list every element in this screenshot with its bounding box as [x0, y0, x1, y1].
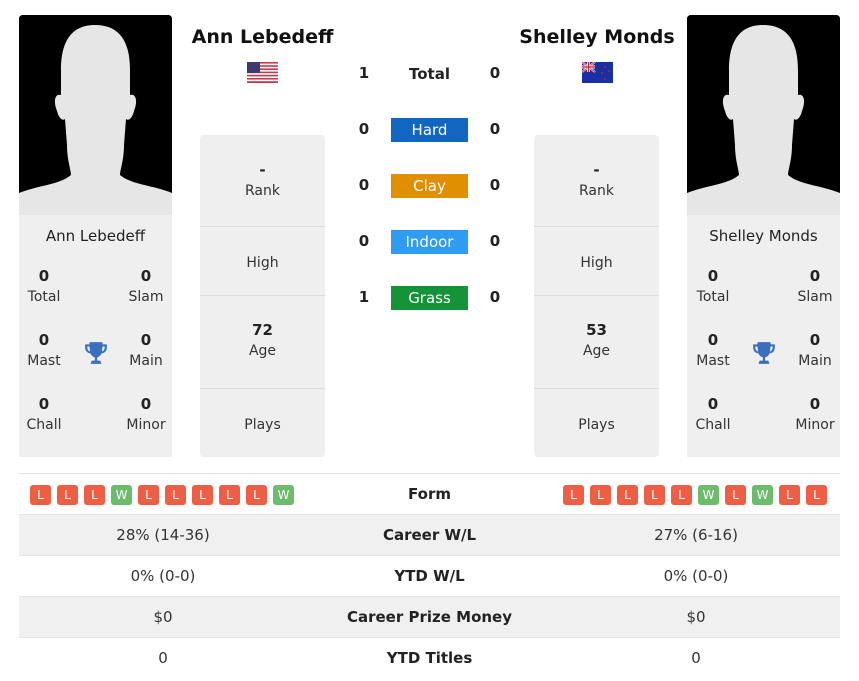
- form-loss-badge[interactable]: L: [165, 485, 186, 505]
- form-loss-badge[interactable]: L: [563, 485, 584, 505]
- ytd-wl-label: YTD W/L: [394, 567, 465, 585]
- player1-card-name: Ann Lebedeff: [45, 227, 146, 245]
- player2-ytd-titles: 0: [691, 649, 701, 667]
- player2-minor-titles: 0 Minor: [795, 395, 835, 433]
- trophy-icon: [753, 342, 775, 364]
- surface-hard-badge[interactable]: Hard: [391, 118, 468, 142]
- form-loss-badge[interactable]: L: [57, 485, 78, 505]
- player2-high: High: [534, 227, 659, 296]
- player2-prize-money: $0: [686, 608, 706, 626]
- form-label: Form: [408, 485, 451, 503]
- form-loss-badge[interactable]: L: [644, 485, 665, 505]
- surface-grass-badge[interactable]: Grass: [391, 286, 468, 310]
- form-loss-badge[interactable]: L: [30, 485, 51, 505]
- player1-mast-titles: 0 Mast: [27, 331, 61, 369]
- h2h-total-row: 1 Total 0: [340, 62, 520, 86]
- h2h-grass-row: 1 Grass 0: [340, 286, 520, 310]
- form-row: LLLWLLLLLW Form LLLLLWLWLL: [19, 473, 840, 514]
- player1-total-titles: 0 Total: [27, 267, 61, 305]
- form-loss-badge[interactable]: L: [84, 485, 105, 505]
- player2-slam-titles: 0 Slam: [797, 267, 833, 305]
- form-loss-badge[interactable]: L: [246, 485, 267, 505]
- player1-high: High: [200, 227, 325, 296]
- player1-stats-panel: - Rank High 72 Age Plays: [200, 135, 325, 457]
- form-loss-badge[interactable]: L: [671, 485, 692, 505]
- player1-minor-titles: 0 Minor: [126, 395, 166, 433]
- form-win-badge[interactable]: W: [111, 485, 132, 505]
- player2-titles-card: Shelley Monds 0 Total 0 Slam 0 Mast 0 Main 0…: [687, 215, 840, 457]
- career-wl-label: Career W/L: [382, 526, 477, 544]
- player2-ytd-wl: 0% (0-0): [663, 567, 729, 585]
- h2h-clay-row: 0 Clay 0: [340, 174, 520, 198]
- player1-plays: Plays: [244, 417, 281, 433]
- player1-ytd-titles: 0: [158, 649, 168, 667]
- form-loss-badge[interactable]: L: [779, 485, 800, 505]
- player1-rank: - Rank: [200, 135, 325, 227]
- player1-titles-card: Ann Lebedeff 0 Total 0 Slam 0 Mast 0 Main 0C…: [19, 215, 172, 457]
- player2-career-wl: 27% (6-16): [654, 526, 738, 544]
- player2-main-titles: 0 Main: [798, 331, 832, 369]
- player1-name[interactable]: Ann Lebedeff: [180, 26, 345, 48]
- player2-form: LLLLLWLWLL: [563, 485, 827, 505]
- player2-rank: - Rank: [534, 135, 659, 227]
- surface-clay-badge[interactable]: Clay: [391, 174, 468, 198]
- player2-card-name: Shelley Monds: [709, 227, 818, 245]
- player1-age: 72 Age: [200, 296, 325, 389]
- nz-flag-icon: [582, 62, 613, 83]
- player1-slam-titles: 0 Slam: [128, 267, 164, 305]
- player1-form: LLLWLLLLLW: [30, 485, 294, 505]
- silhouette-icon: [687, 15, 840, 215]
- form-loss-badge[interactable]: L: [806, 485, 827, 505]
- h2h-indoor-row: 0 Indoor 0: [340, 230, 520, 254]
- h2h-total-label: Total: [409, 65, 450, 83]
- form-loss-badge[interactable]: L: [138, 485, 159, 505]
- form-win-badge[interactable]: W: [273, 485, 294, 505]
- player2-mast-titles: 0 Mast: [696, 331, 730, 369]
- silhouette-icon: [19, 15, 172, 215]
- player2-name[interactable]: Shelley Monds: [512, 26, 682, 48]
- player1-career-wl: 28% (14-36): [116, 526, 210, 544]
- comparison-table: LLLWLLLLLW Form LLLLLWLWLL 28% (14-36) C…: [19, 473, 840, 678]
- player2-photo: [687, 15, 840, 215]
- form-loss-badge[interactable]: L: [219, 485, 240, 505]
- form-loss-badge[interactable]: L: [590, 485, 611, 505]
- surface-indoor-badge[interactable]: Indoor: [391, 230, 468, 254]
- form-loss-badge[interactable]: L: [617, 485, 638, 505]
- form-loss-badge[interactable]: L: [192, 485, 213, 505]
- form-loss-badge[interactable]: L: [725, 485, 746, 505]
- form-win-badge[interactable]: W: [752, 485, 773, 505]
- player2-plays: Plays: [578, 417, 615, 433]
- player1-ytd-wl: 0% (0-0): [130, 567, 196, 585]
- ytd-titles-row: 0 YTD Titles 0: [19, 637, 840, 678]
- player1-photo: [19, 15, 172, 215]
- player2-total-titles: 0 Total: [696, 267, 730, 305]
- player1-chall-titles: 0 Chall: [26, 395, 62, 433]
- player2-age: 53 Age: [534, 296, 659, 389]
- player1-prize-money: $0: [153, 608, 173, 626]
- prize-money-label: Career Prize Money: [346, 608, 512, 626]
- prize-money-row: $0 Career Prize Money $0: [19, 596, 840, 637]
- ytd-wl-row: 0% (0-0) YTD W/L 0% (0-0): [19, 555, 840, 596]
- career-wl-row: 28% (14-36) Career W/L 27% (6-16): [19, 514, 840, 555]
- player2-chall-titles: 0 Chall: [695, 395, 731, 433]
- form-win-badge[interactable]: W: [698, 485, 719, 505]
- us-flag-icon: [247, 62, 278, 83]
- ytd-titles-label: YTD Titles: [386, 649, 473, 667]
- player2-stats-panel: - Rank High 53 Age Plays: [534, 135, 659, 457]
- player1-main-titles: 0 Main: [129, 331, 163, 369]
- trophy-icon: [85, 342, 107, 364]
- h2h-hard-row: 0 Hard 0: [340, 118, 520, 142]
